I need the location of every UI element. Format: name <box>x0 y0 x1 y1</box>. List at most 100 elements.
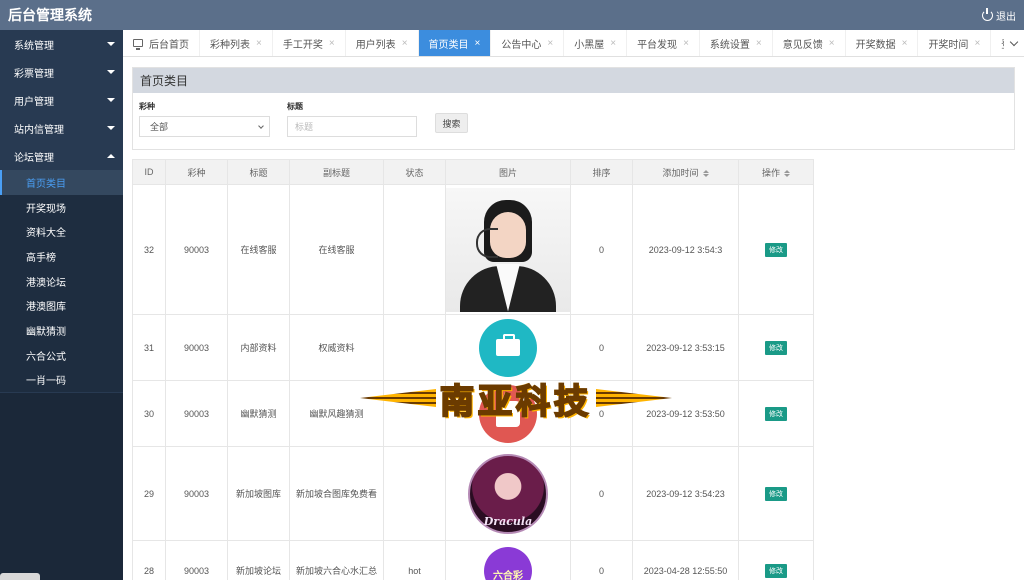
sidebar-group-label: 站内信管理 <box>14 124 64 136</box>
tab-home-category[interactable]: 首页类目 × <box>418 30 492 56</box>
col-status: 状态 <box>383 159 446 185</box>
tab-label: 彩种列表 <box>210 39 250 51</box>
sidebar-group-lottery[interactable]: 彩票管理 <box>0 58 123 86</box>
cell-subtitle: 权威资料 <box>289 314 384 381</box>
tab-user-list[interactable]: 用户列表 × <box>346 30 419 56</box>
sidebar-empty-area <box>0 393 123 580</box>
tab-blacklist[interactable]: 小黑屋 × <box>564 30 628 56</box>
col-added-time[interactable]: 添加时间 <box>632 159 739 185</box>
sidebar-item-home-category[interactable]: 首页类目 <box>0 170 123 195</box>
cell-subtitle: 在线客服 <box>289 184 384 315</box>
tab-settings[interactable]: 系统设置 × <box>700 30 773 56</box>
tab-more-button[interactable] <box>1004 30 1024 56</box>
tab-label: 开奖数据 <box>855 39 896 51</box>
cell-title: 内部资料 <box>227 314 290 381</box>
cell-image: Dracula <box>445 446 571 541</box>
sidebar-item-formula[interactable]: 六合公式 <box>0 343 123 368</box>
sidebar-item-hk-forum[interactable]: 港澳论坛 <box>0 269 123 294</box>
sort-icon <box>784 169 790 177</box>
logout-button[interactable]: 退出 <box>982 7 1016 23</box>
liuhecai-logo-text: 六合彩 <box>493 570 523 580</box>
sort-icon <box>702 169 709 177</box>
dracula-logo-text: Dracula <box>483 514 533 528</box>
cell-id: 32 <box>132 184 166 315</box>
cell-added-time: 2023-04-28 12:55:50 <box>632 540 739 580</box>
cell-lottery: 90003 <box>165 380 228 447</box>
cell-status: hot <box>383 540 446 580</box>
tab-manual-draw[interactable]: 手工开奖 × <box>273 30 346 56</box>
filter-title: 标题 标题 <box>287 101 417 137</box>
cell-spacer <box>813 314 1016 381</box>
close-icon[interactable]: × <box>683 38 689 49</box>
close-icon[interactable]: × <box>475 38 481 49</box>
cell-status <box>383 446 446 541</box>
cell-lottery: 90003 <box>165 446 228 541</box>
power-icon <box>982 7 993 21</box>
filter-panel: 首页类目 彩种 全部 标题 标题 搜索 <box>132 67 1015 150</box>
lottery-select[interactable]: 全部 <box>139 116 270 137</box>
search-button[interactable]: 搜索 <box>435 113 468 133</box>
tab-label: 平台发现 <box>637 39 678 51</box>
table-row: 32 90003 在线客服 在线客服 0 2023-09-12 3:54:3 修… <box>132 184 1016 315</box>
tab-draw-time[interactable]: 开奖时间 × <box>918 30 992 56</box>
sidebar-group-users[interactable]: 用户管理 <box>0 86 123 114</box>
col-actions-label: 操作 <box>761 167 780 178</box>
sidebar-item-one-code[interactable]: 一肖一码 <box>0 368 123 393</box>
sidebar-item-hk-gallery[interactable]: 港澳图库 <box>0 293 123 318</box>
cell-actions: 修改 <box>738 314 814 381</box>
sidebar-group-label: 彩票管理 <box>14 68 54 80</box>
sidebar-item-materials[interactable]: 资料大全 <box>0 219 123 244</box>
close-icon[interactable]: × <box>829 38 835 49</box>
sidebar-item-experts[interactable]: 高手榜 <box>0 244 123 269</box>
liuhecai-logo: 六合彩 <box>484 546 532 580</box>
close-icon[interactable]: × <box>329 38 335 49</box>
table-row: 30 90003 幽默猜测 幽默风趣猜测 0 2023-09-12 3:53:5… <box>132 380 1016 447</box>
sidebar-item-live-draw[interactable]: 开奖现场 <box>0 195 123 220</box>
sidebar-group-system[interactable]: 系统管理 <box>0 30 123 58</box>
sidebar-group-forum[interactable]: 论坛管理 <box>0 142 123 170</box>
close-icon[interactable]: × <box>402 38 408 49</box>
tab-feedback[interactable]: 意见反馈 × <box>773 30 846 56</box>
tab-label: 系统设置 <box>709 39 750 51</box>
close-icon[interactable]: × <box>547 38 553 49</box>
logout-label: 退出 <box>996 11 1016 23</box>
edit-button[interactable]: 修改 <box>765 242 787 257</box>
tab-label: 后台首页 <box>149 39 189 51</box>
close-icon[interactable]: × <box>902 38 908 49</box>
cell-actions: 修改 <box>738 446 814 541</box>
tab-discover[interactable]: 平台发现 × <box>627 30 700 56</box>
briefcase-icon <box>479 318 537 377</box>
tab-dashboard[interactable]: 后台首页 <box>123 30 200 56</box>
cell-status <box>383 184 446 315</box>
edit-button[interactable]: 修改 <box>765 563 787 578</box>
caret-down-icon <box>107 70 115 74</box>
tab-label: 公告中心 <box>501 39 542 51</box>
tab-label: 手工开奖 <box>282 39 323 51</box>
title-input[interactable]: 标题 <box>287 116 417 137</box>
tab-draw-data[interactable]: 开奖数据 × <box>846 30 919 56</box>
monitor-icon <box>133 39 143 50</box>
close-icon[interactable]: × <box>610 38 616 49</box>
tab-bar: 后台首页 彩种列表 × 手工开奖 × 用户列表 × 首页类目 × 公告中心 × 小黑屋 × … <box>123 30 1024 57</box>
cell-lottery: 90003 <box>165 314 228 381</box>
tab-label: 开奖时间 <box>928 39 969 51</box>
sidebar-group-messages[interactable]: 站内信管理 <box>0 114 123 142</box>
tab-lottery-list[interactable]: 彩种列表 × <box>200 30 273 56</box>
close-icon[interactable]: × <box>256 38 262 49</box>
main-content: 首页类目 彩种 全部 标题 标题 搜索 ID 彩种 标题 副标题 状态 图片 排… <box>123 57 1024 580</box>
status-tab <box>0 573 40 580</box>
filter-lottery: 彩种 全部 <box>139 101 270 137</box>
cell-subtitle: 新加坡六合心水汇总 <box>289 540 384 580</box>
close-icon[interactable]: × <box>974 38 980 49</box>
cell-actions: 修改 <box>738 380 814 447</box>
tab-label: 用户列表 <box>355 39 396 51</box>
col-actions[interactable]: 操作 <box>738 159 814 185</box>
lottery-select-value: 全部 <box>150 122 169 132</box>
tab-notice-center[interactable]: 公告中心 × <box>491 30 565 56</box>
edit-button[interactable]: 修改 <box>765 406 787 421</box>
edit-button[interactable]: 修改 <box>765 340 787 355</box>
close-icon[interactable]: × <box>756 38 762 49</box>
edit-button[interactable]: 修改 <box>765 486 787 501</box>
sidebar: 系统管理 彩票管理 用户管理 站内信管理 论坛管理 首页类目 开奖现场 资料大全… <box>0 30 123 580</box>
sidebar-item-humor-guess[interactable]: 幽默猜测 <box>0 318 123 343</box>
